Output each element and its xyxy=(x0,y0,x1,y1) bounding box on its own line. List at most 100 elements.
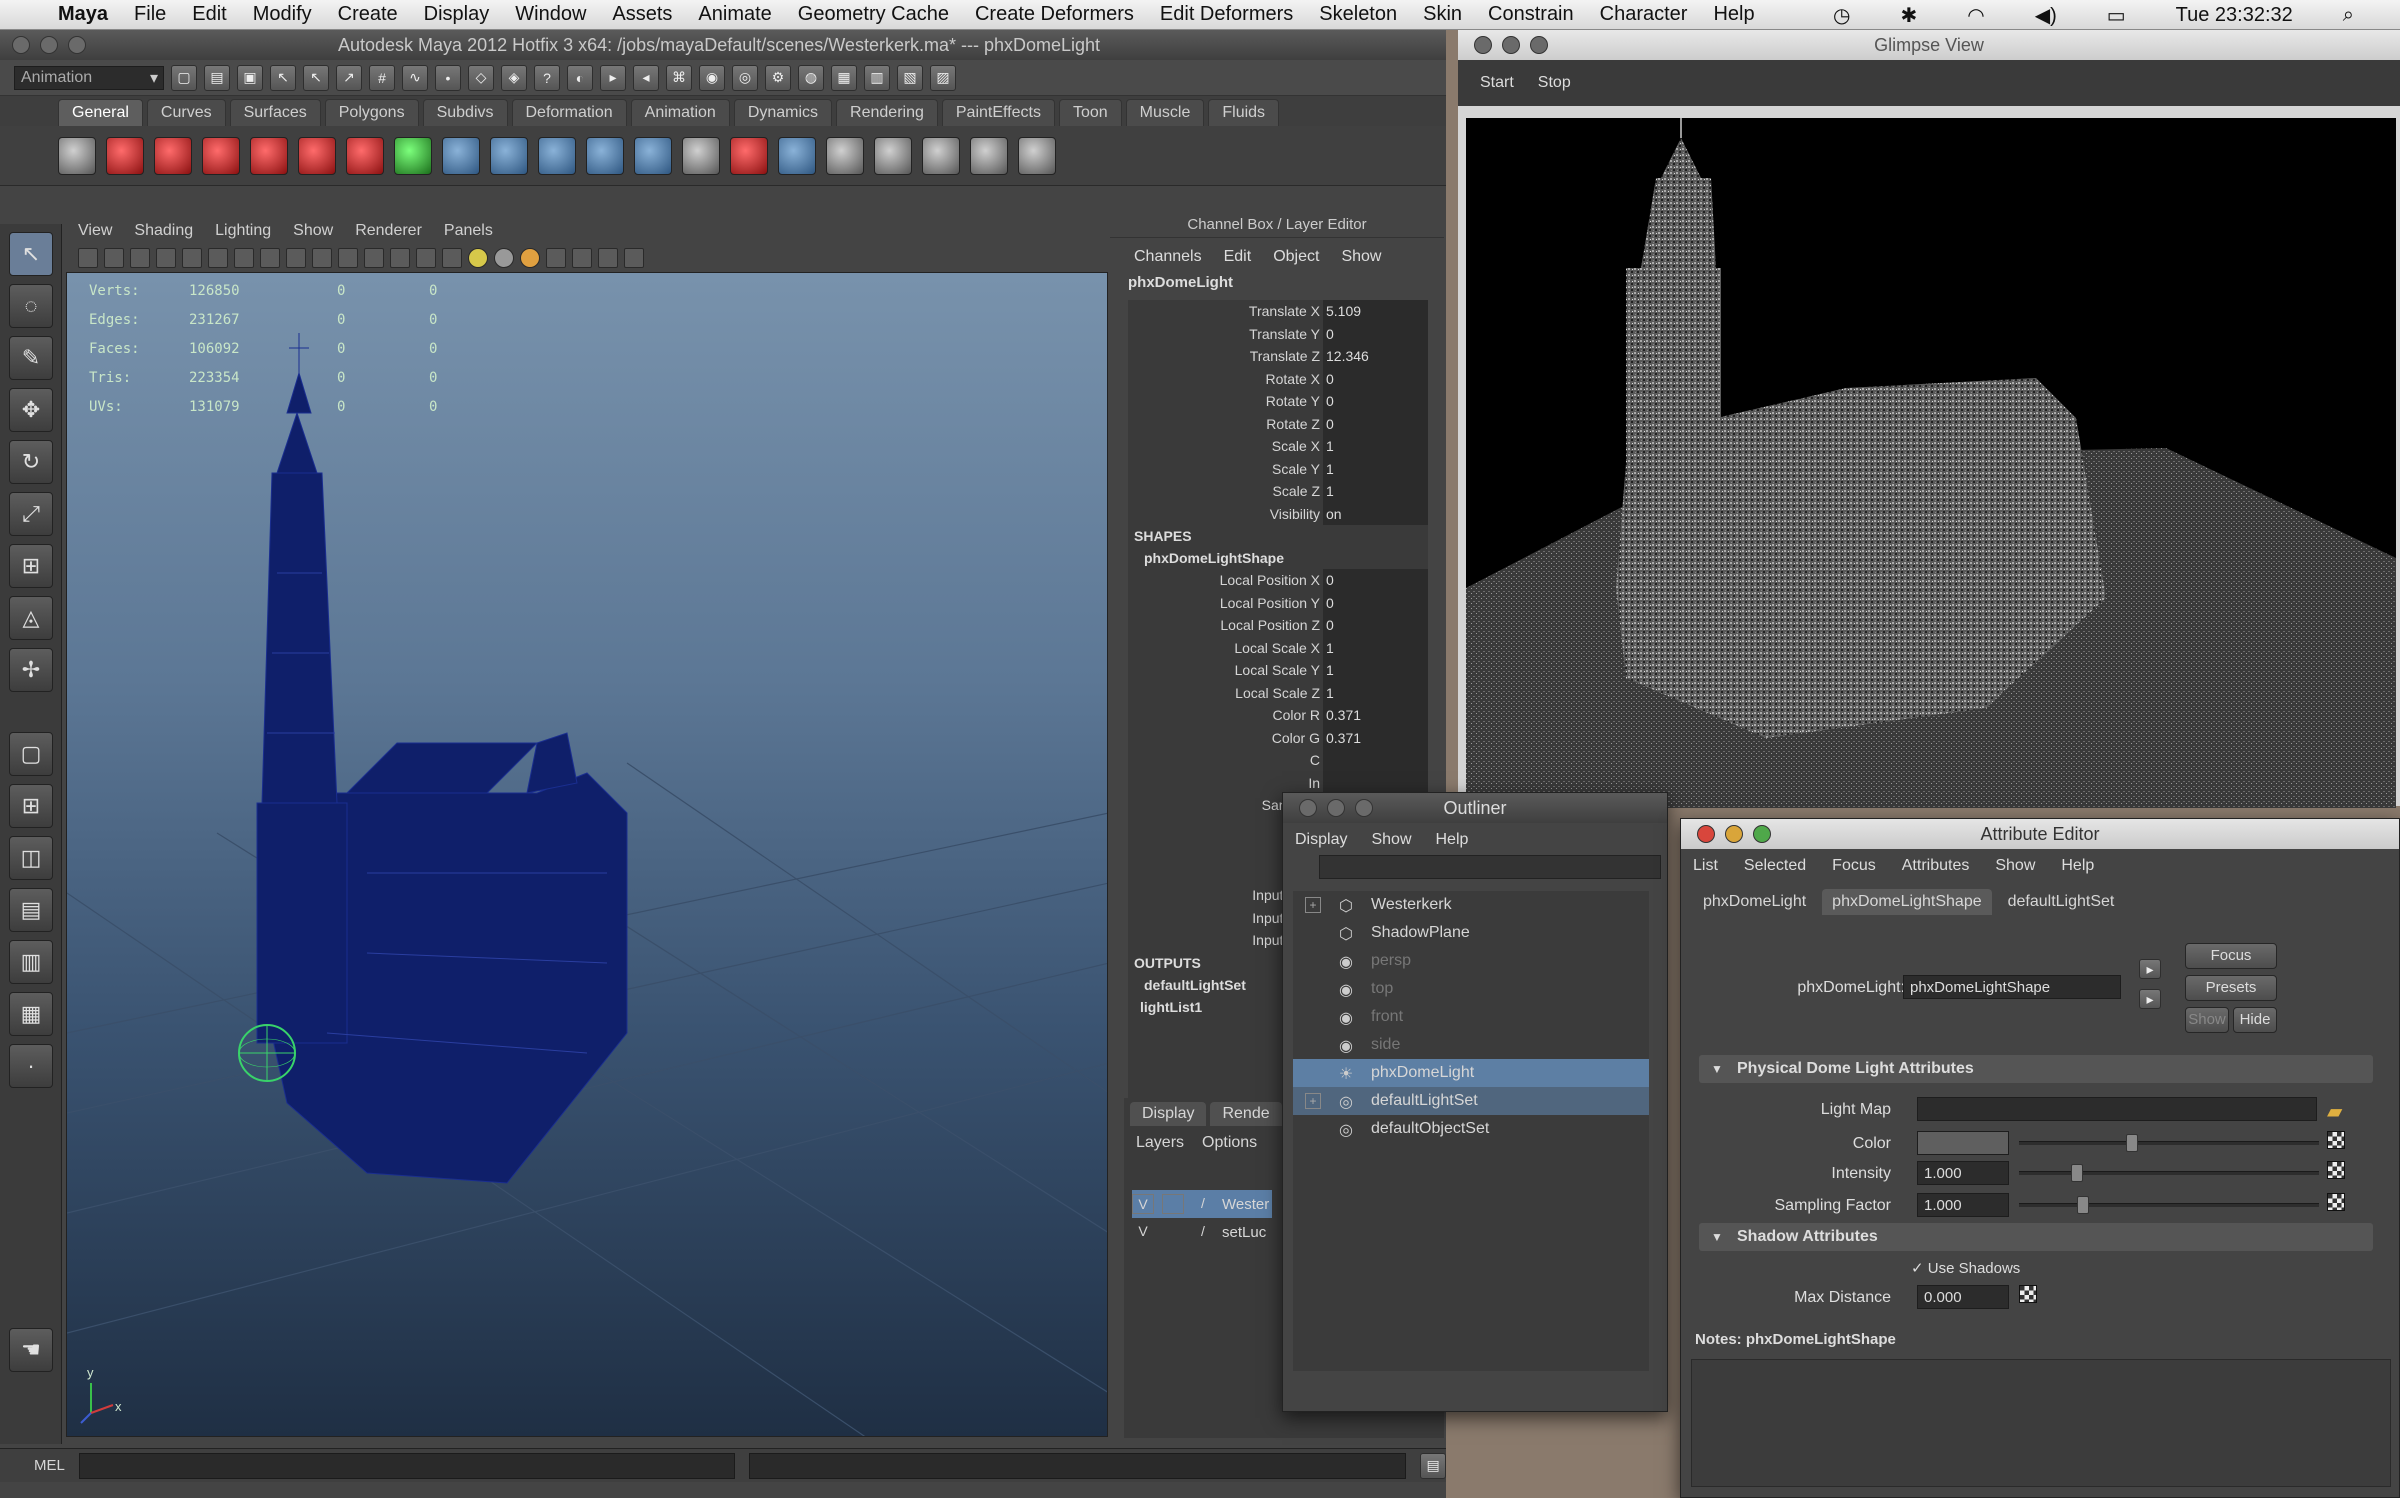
outliner-item[interactable]: ⬡ ShadowPlane xyxy=(1293,919,1649,947)
glimpse-render-view[interactable] xyxy=(1466,118,2396,808)
sampling-factor-slider[interactable] xyxy=(2019,1196,2319,1214)
focus-button[interactable]: Focus xyxy=(2185,943,2277,969)
scale-tool-icon[interactable]: ⤢ xyxy=(9,492,53,536)
shelf-tab[interactable]: Animation xyxy=(630,99,730,126)
ae-tab-shape[interactable]: phxDomeLightShape xyxy=(1822,889,1992,915)
sampling-factor-field[interactable]: 1.000 xyxy=(1917,1193,2009,1217)
ae-tab-lightset[interactable]: defaultLightSet xyxy=(1998,889,2125,915)
expand-toggle-icon[interactable]: + xyxy=(1305,1093,1321,1109)
snap-point-icon[interactable]: • xyxy=(435,64,461,91)
shelf-tool-icon[interactable] xyxy=(778,136,816,175)
paint-select-tool-icon[interactable]: ✎ xyxy=(9,336,53,380)
spotlight-search-icon[interactable]: ⌕ xyxy=(2343,4,2354,27)
channel-node-name[interactable]: phxDomeLight xyxy=(1128,274,1233,291)
menu-item[interactable]: Window xyxy=(515,3,586,26)
ae-menu-help[interactable]: Help xyxy=(2061,857,2094,875)
sampling-factor-slider-knob[interactable] xyxy=(2076,1196,2089,1214)
layout-persp-graph-icon[interactable]: ▤ xyxy=(9,888,53,932)
menu-item[interactable]: Character xyxy=(1600,3,1688,26)
channel-row[interactable]: Scale X1 xyxy=(1128,435,1428,458)
zoom-window-button[interactable] xyxy=(1530,36,1548,54)
shelf-tab[interactable]: Surfaces xyxy=(229,99,321,126)
outliner-item[interactable]: ◉ side xyxy=(1293,1031,1649,1059)
menu-item[interactable]: File xyxy=(134,3,166,26)
backface-icon[interactable] xyxy=(624,248,644,268)
camera-select-icon[interactable] xyxy=(78,248,98,268)
snap-curve-icon[interactable]: ∿ xyxy=(402,64,428,91)
mel-input[interactable] xyxy=(78,1452,736,1479)
outliner-item[interactable]: ◉ persp xyxy=(1293,947,1649,975)
channel-box-menu-item[interactable]: Object xyxy=(1273,248,1319,268)
folder-icon[interactable]: ▰ xyxy=(2327,1099,2342,1124)
intensity-field[interactable]: 1.000 xyxy=(1917,1161,2009,1185)
perspective-viewport[interactable]: Verts: 126850 0 0 Edges: 231267 0 0 Faces: 1060… xyxy=(66,272,1108,1437)
mel-label[interactable]: MEL xyxy=(34,1457,65,1474)
channel-value[interactable]: 12.346 xyxy=(1323,345,1428,368)
menu-item[interactable]: Help xyxy=(1713,3,1754,26)
film-reel-icon[interactable] xyxy=(58,136,96,175)
channel-row[interactable]: Translate X 5.109 xyxy=(1128,300,1428,323)
shelf-tab[interactable]: Deformation xyxy=(511,99,627,126)
wireframe-icon[interactable] xyxy=(364,248,384,268)
channel-row[interactable]: Translate Y0 xyxy=(1128,322,1428,345)
channel-value[interactable]: 0 xyxy=(1323,591,1428,614)
light-map-field[interactable] xyxy=(1917,1097,2317,1121)
layout-more-icon[interactable]: · xyxy=(9,1044,53,1088)
channel-value[interactable]: 0 xyxy=(1323,569,1428,592)
xray-joints-icon[interactable] xyxy=(598,248,618,268)
layer-color-swatch[interactable]: / xyxy=(1192,1222,1214,1242)
select-component-icon[interactable]: ↗ xyxy=(336,64,362,91)
bluetooth-icon[interactable]: ✱ xyxy=(1900,3,1917,28)
close-window-button[interactable] xyxy=(1474,36,1492,54)
channel-value[interactable]: 1 xyxy=(1323,636,1428,659)
menu-item[interactable]: Edit Deformers xyxy=(1160,3,1293,26)
shelf-tool-icon[interactable] xyxy=(250,136,288,175)
resolution-gate-icon[interactable] xyxy=(234,248,254,268)
shelf-tab[interactable]: Toon xyxy=(1058,99,1122,126)
shelf-tab[interactable]: Curves xyxy=(146,99,226,126)
history-icon[interactable]: ◐ xyxy=(567,64,593,91)
menu-item[interactable]: Display xyxy=(424,3,490,26)
node-name-field[interactable]: phxDomeLightShape xyxy=(1903,975,2121,999)
shelf-tab[interactable]: Dynamics xyxy=(733,99,833,126)
outliner-filter-input[interactable] xyxy=(1319,855,1661,879)
outliner-item[interactable]: ☀ phxDomeLight xyxy=(1293,1059,1649,1087)
minimize-window-button[interactable] xyxy=(40,36,58,54)
hypershade-icon[interactable]: ◍ xyxy=(798,64,824,91)
outliner-item[interactable]: ◎ defaultObjectSet xyxy=(1293,1115,1649,1143)
shelf-tab[interactable]: General xyxy=(58,99,143,126)
layout-hypershade-icon[interactable]: ▥ xyxy=(9,940,53,984)
show-manipulator-icon[interactable]: ✢ xyxy=(9,648,53,692)
expand-toggle-icon[interactable]: + xyxy=(1305,897,1321,913)
color-slider[interactable] xyxy=(2019,1134,2319,1152)
shelf-tab[interactable]: Rendering xyxy=(836,99,938,126)
channel-value[interactable]: 0 xyxy=(1323,322,1428,345)
clock[interactable]: Tue 23:32:32 xyxy=(2176,4,2293,27)
viewport-menu-lighting[interactable]: Lighting xyxy=(215,222,271,244)
image-plane-icon[interactable] xyxy=(156,248,176,268)
intensity-slider-knob[interactable] xyxy=(2070,1164,2083,1182)
shelf-tab[interactable]: Subdivs xyxy=(422,99,508,126)
viewport-menu-show[interactable]: Show xyxy=(293,222,333,244)
wifi-icon[interactable]: ◠ xyxy=(1967,3,1984,28)
layer-visibility-toggle[interactable]: V xyxy=(1132,1194,1154,1214)
input-ops-icon[interactable]: ▸ xyxy=(600,64,626,91)
ae-menu-attributes[interactable]: Attributes xyxy=(1902,857,1970,875)
shelf-tool-icon[interactable] xyxy=(490,136,528,175)
menu-item[interactable]: Modify xyxy=(253,3,312,26)
channel-value[interactable]: 1 xyxy=(1323,435,1428,458)
layout-custom-icon[interactable]: ▦ xyxy=(9,992,53,1036)
shelf-tab[interactable]: Muscle xyxy=(1125,99,1205,126)
menu-item[interactable]: Create xyxy=(338,3,398,26)
menu-item[interactable]: Create Deformers xyxy=(975,3,1134,26)
layer-menu-layers[interactable]: Layers xyxy=(1136,1134,1184,1152)
outliner-item[interactable]: ◉ front xyxy=(1293,1003,1649,1031)
lasso-tool-icon[interactable]: ◌ xyxy=(9,284,53,328)
shadows-icon[interactable] xyxy=(494,248,514,268)
minimize-window-button[interactable] xyxy=(1725,825,1743,843)
channel-value[interactable]: 0.371 xyxy=(1323,726,1428,749)
default-light-icon[interactable] xyxy=(520,248,540,268)
shelf-tab[interactable]: Fluids xyxy=(1208,99,1280,126)
save-scene-icon[interactable]: ▣ xyxy=(237,64,263,91)
select-hierarchy-icon[interactable]: ↖ xyxy=(270,64,296,91)
